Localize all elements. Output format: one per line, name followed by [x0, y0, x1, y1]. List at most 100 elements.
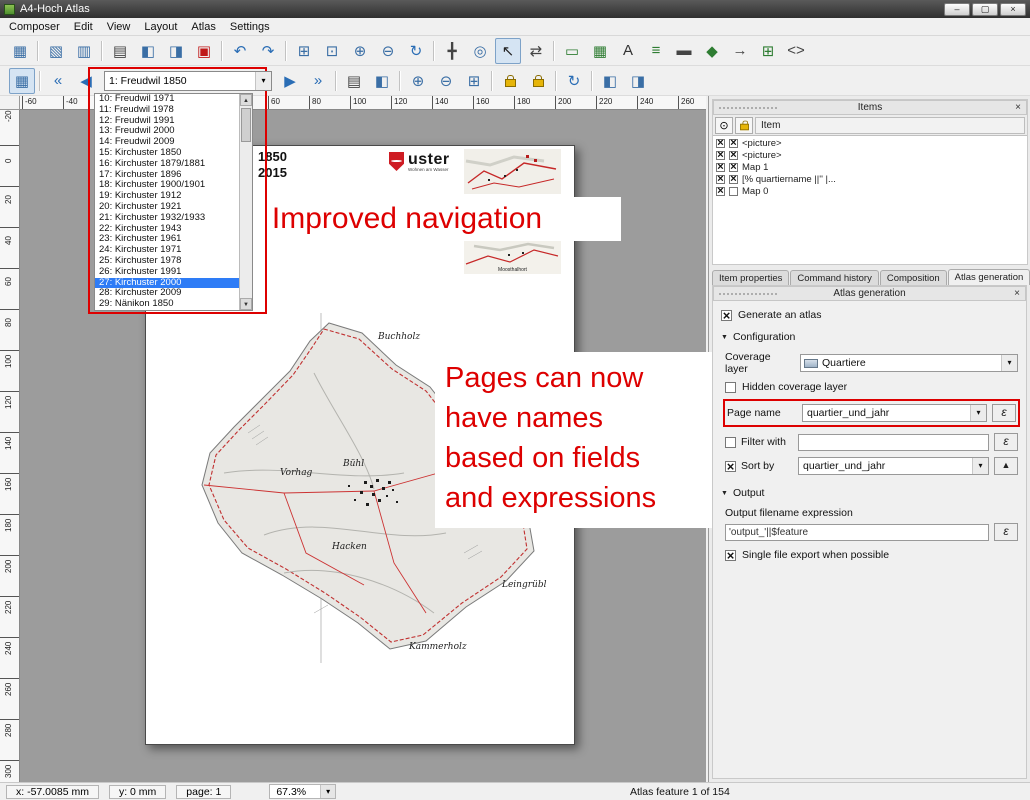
items-row[interactable]: [% quartiername ||'' |... — [713, 173, 1027, 185]
menu-item[interactable]: Layout — [137, 20, 184, 34]
show-right-panel-icon[interactable]: ◨ — [625, 68, 651, 94]
export-svg-icon[interactable]: ◨ — [163, 38, 189, 64]
sort-by-checkbox[interactable] — [725, 461, 736, 472]
pan-icon[interactable]: ╋ — [439, 38, 465, 64]
refresh-view-icon[interactable]: ↻ — [403, 38, 429, 64]
toggle-visibility-button[interactable]: ⊙ — [715, 117, 733, 134]
add-label-icon[interactable]: A — [615, 38, 641, 64]
atlas-page-option[interactable]: 16: Kirchuster 1879/1881 — [95, 159, 252, 170]
select-move-item-icon[interactable]: ↖ — [495, 38, 521, 64]
close-icon[interactable]: × — [1011, 287, 1023, 300]
scrollbar-thumb[interactable] — [241, 108, 251, 142]
zoom-level-select[interactable]: 67.3% ▾ — [269, 784, 336, 799]
zoom-in-icon[interactable]: ⊕ — [347, 38, 373, 64]
items-row[interactable]: <picture> — [713, 149, 1027, 161]
chevron-down-icon[interactable]: ▾ — [972, 458, 988, 474]
items-row[interactable]: Map 1 — [713, 161, 1027, 173]
save-template-icon[interactable]: ▥ — [71, 38, 97, 64]
atlas-page-option[interactable]: 29: Nänikon 1850 — [95, 299, 252, 310]
load-template-icon[interactable]: ▧ — [43, 38, 69, 64]
panel-tab[interactable]: Command history — [790, 270, 878, 285]
filename-expression-button[interactable]: ε — [994, 523, 1018, 541]
zoom-in-icon[interactable]: ⊕ — [405, 68, 431, 94]
chevron-down-icon[interactable]: ▾ — [1001, 355, 1017, 371]
save-composition-icon[interactable]: ▦ — [7, 38, 33, 64]
maximize-button[interactable]: ▢ — [972, 3, 998, 16]
menu-item[interactable]: Settings — [223, 20, 277, 34]
close-icon[interactable]: × — [1012, 101, 1024, 114]
lock-layer-styles-icon[interactable] — [525, 68, 551, 94]
menu-item[interactable]: View — [100, 20, 138, 34]
add-legend-icon[interactable]: ≡ — [643, 38, 669, 64]
add-html-icon[interactable]: <> — [783, 38, 809, 64]
close-button[interactable]: × — [1000, 3, 1026, 16]
title-bar[interactable]: A4-Hoch Atlas –▢× — [0, 0, 1030, 18]
items-row[interactable]: Map 0 — [713, 185, 1027, 197]
item-lock-checkbox[interactable] — [729, 163, 738, 172]
atlas-page-option[interactable]: 11: Freudwil 1978 — [95, 105, 252, 116]
undo-icon[interactable]: ↶ — [227, 38, 253, 64]
zoom-full-icon[interactable]: ⊞ — [461, 68, 487, 94]
first-feature-icon[interactable]: « — [45, 68, 71, 94]
menu-item[interactable]: Composer — [2, 20, 67, 34]
add-map-icon[interactable]: ▭ — [559, 38, 585, 64]
export-atlas-icon[interactable]: ◧ — [369, 68, 395, 94]
add-scalebar-icon[interactable]: ▬ — [671, 38, 697, 64]
sort-direction-button[interactable]: ▲ — [994, 457, 1018, 475]
filter-expression-button[interactable]: ε — [994, 433, 1018, 451]
filter-checkbox[interactable] — [725, 437, 736, 448]
zoom-tool-icon[interactable]: ◎ — [467, 38, 493, 64]
print-atlas-icon[interactable]: ▤ — [341, 68, 367, 94]
redo-icon[interactable]: ↷ — [255, 38, 281, 64]
page-name-select[interactable]: quartier_und_jahr ▾ — [802, 404, 987, 422]
panel-tab[interactable]: Composition — [880, 270, 947, 285]
atlas-page-option[interactable]: 26: Kirchuster 1991 — [95, 267, 252, 278]
coverage-layer-select[interactable]: Quartiere ▾ — [800, 354, 1018, 372]
sort-by-select[interactable]: quartier_und_jahr ▾ — [798, 457, 989, 475]
menu-item[interactable]: Edit — [67, 20, 100, 34]
previous-feature-icon[interactable]: ◀ — [73, 68, 99, 94]
zoom-full-icon[interactable]: ⊞ — [291, 38, 317, 64]
chevron-down-icon[interactable]: ▾ — [320, 785, 335, 798]
move-item-content-icon[interactable]: ⇄ — [523, 38, 549, 64]
items-panel-header[interactable]: Items × — [713, 100, 1027, 115]
panel-tab[interactable]: Item properties — [712, 270, 789, 285]
add-arrow-icon[interactable]: → — [727, 38, 753, 64]
add-attribute-table-icon[interactable]: ⊞ — [755, 38, 781, 64]
page-name-expression-button[interactable]: ε — [992, 404, 1016, 422]
hidden-coverage-checkbox[interactable] — [725, 382, 736, 393]
atlas-panel-header[interactable]: Atlas generation × — [713, 286, 1026, 301]
item-lock-checkbox[interactable] — [729, 187, 738, 196]
scroll-up-icon[interactable]: ▲ — [240, 94, 252, 106]
item-visibility-checkbox[interactable] — [716, 175, 725, 184]
chevron-down-icon[interactable]: ▾ — [970, 405, 986, 421]
add-shape-icon[interactable]: ◆ — [699, 38, 725, 64]
minimize-button[interactable]: – — [944, 3, 970, 16]
lock-layers-icon[interactable] — [497, 68, 523, 94]
item-visibility-checkbox[interactable] — [716, 139, 725, 148]
single-file-checkbox[interactable] — [725, 550, 736, 561]
next-feature-icon[interactable]: ▶ — [277, 68, 303, 94]
items-row[interactable]: <picture> — [713, 137, 1027, 149]
export-image-icon[interactable]: ◧ — [135, 38, 161, 64]
toggle-lock-button[interactable] — [735, 117, 753, 134]
filter-input[interactable] — [798, 434, 989, 451]
zoom-actual-icon[interactable]: ⊡ — [319, 38, 345, 64]
menu-item[interactable]: Atlas — [184, 20, 222, 34]
filename-expression-input[interactable] — [725, 524, 989, 541]
dropdown-scrollbar[interactable]: ▲ ▼ — [239, 94, 252, 310]
export-pdf-icon[interactable]: ▣ — [191, 38, 217, 64]
scroll-down-icon[interactable]: ▼ — [240, 298, 252, 310]
generate-atlas-checkbox[interactable] — [721, 310, 732, 321]
item-visibility-checkbox[interactable] — [716, 187, 725, 196]
item-lock-checkbox[interactable] — [729, 151, 738, 160]
zoom-out-icon[interactable]: ⊖ — [433, 68, 459, 94]
item-visibility-checkbox[interactable] — [716, 163, 725, 172]
item-visibility-checkbox[interactable] — [716, 151, 725, 160]
configuration-group-header[interactable]: ▼ Configuration — [721, 331, 1018, 343]
atlas-page-option[interactable]: 21: Kirchuster 1932/1933 — [95, 213, 252, 224]
zoom-out-icon[interactable]: ⊖ — [375, 38, 401, 64]
atlas-feature-select[interactable]: 1: Freudwil 1850 ▾ — [104, 71, 272, 91]
panel-tab[interactable]: Atlas generation — [948, 269, 1030, 285]
item-lock-checkbox[interactable] — [729, 139, 738, 148]
